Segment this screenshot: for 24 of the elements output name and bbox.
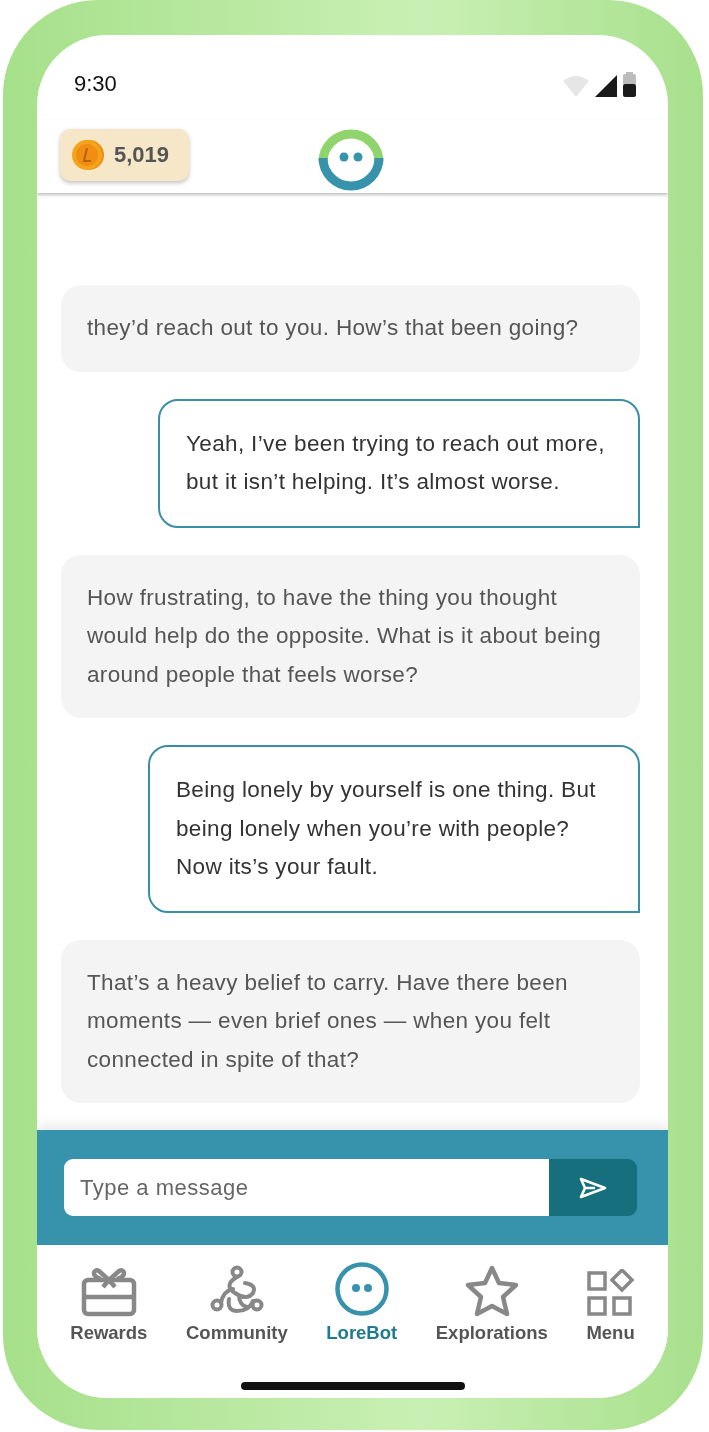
coin-balance[interactable]: 5,019 (60, 129, 189, 181)
bot-message: How frustrating, to have the thing you thought would help do the opposite. What is it about being around people that feels worse? (61, 554, 640, 718)
bot-message: they’d reach out to you. How’s that been going? (61, 285, 640, 372)
coin-count: 5,019 (114, 142, 170, 168)
clock-time: 9:30 (74, 69, 117, 97)
send-icon (579, 1176, 607, 1199)
grid-icon (586, 1269, 635, 1317)
star-icon (463, 1265, 520, 1317)
nav-tab[interactable]: Explorations (435, 1260, 548, 1344)
message-input[interactable]: Type a message (64, 1159, 549, 1216)
robot-face-icon (333, 1261, 390, 1317)
nav-tab[interactable]: LoreBot (326, 1260, 398, 1344)
nav-tab[interactable]: Menu (586, 1260, 635, 1344)
signal-icon (595, 75, 617, 97)
user-message: Yeah, I’ve been trying to reach out more, but it isn’t helping. It’s almost worse. (158, 398, 640, 528)
wifi-icon (563, 75, 589, 97)
battery-icon (623, 72, 636, 97)
gift-icon (80, 1267, 137, 1317)
bot-message: That’s a heavy belief to carry. Have there been moments — even brief ones — when you felt connected in spite of that? (61, 939, 640, 1103)
coin-icon (72, 139, 104, 171)
nav-tab[interactable]: Community (185, 1260, 288, 1344)
user-message: Being lonely by yourself is one thing. But being lonely when you’re with people? Now its’s your fault. (148, 745, 640, 913)
nav-tab[interactable]: Rewards (70, 1260, 148, 1344)
send-button[interactable] (549, 1159, 637, 1216)
